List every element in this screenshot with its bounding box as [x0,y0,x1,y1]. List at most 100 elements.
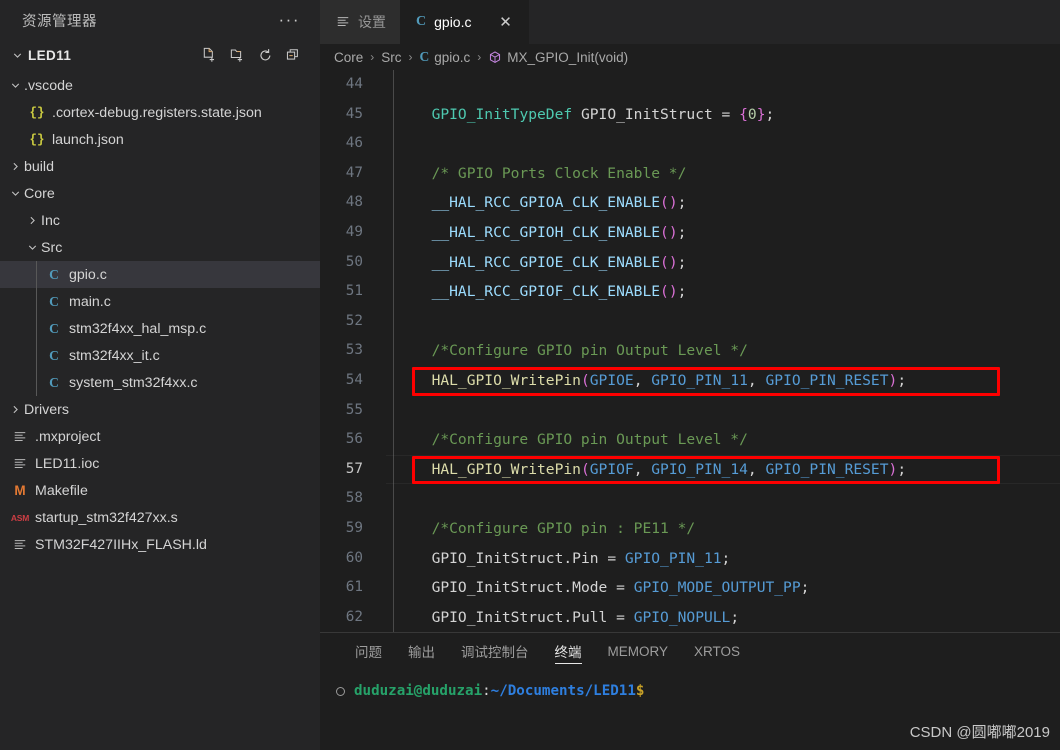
terminal-user-host: duduzai@duduzai [354,683,483,699]
chevron-right-icon[interactable] [6,403,24,416]
file-tree-item-label: LED11.ioc [35,455,100,472]
chevron-down-icon[interactable] [6,79,24,92]
indent-guide [393,70,394,632]
file-tree-item-label: startup_stm32f427xx.s [35,509,178,526]
code-line[interactable]: 50 __HAL_RCC_GPIOE_CLK_ENABLE(); [320,248,1060,278]
panel-tab-xrtos[interactable]: XRTOS [681,633,753,669]
file-tree-item-system-stm32f4xx-c[interactable]: Csystem_stm32f4xx.c [0,369,320,396]
line-number: 44 [345,76,363,92]
code-line[interactable]: 44 [320,70,1060,100]
panel-tab-label: 调试控制台 [461,645,529,660]
code-line[interactable]: 62 GPIO_InitStruct.Pull = GPIO_NOPULL; [320,603,1060,632]
file-tree-item-cortex-debug-registers-state-json[interactable]: {} .cortex-debug.registers.state.json [0,99,320,126]
line-number: 52 [345,312,363,329]
file-tree-item-stm32f427iihx-flash-ld[interactable]: STM32F427IIHx_FLASH.ld [0,531,320,558]
breadcrumb-item-gpio-c[interactable]: Cgpio.c [420,49,471,65]
c-file-icon: C [419,49,430,64]
symbol-method-icon [488,50,502,65]
explorer-more-actions-button[interactable]: ··· [273,11,306,29]
code-line[interactable]: 49 __HAL_RCC_GPIOH_CLK_ENABLE(); [320,218,1060,248]
code-line[interactable]: 58 [320,484,1060,514]
file-tree-item-build[interactable]: build [0,153,320,180]
file-tree-item-vscode[interactable]: .vscode [0,72,320,99]
panel-tab-memory[interactable]: MEMORY [595,633,682,669]
code-line-text: GPIO_InitStruct.Pin = GPIO_PIN_11; [431,549,731,567]
code-line[interactable]: 59 /*Configure GPIO pin : PE11 */ [320,514,1060,544]
file-tree-item-launch-json[interactable]: {} launch.json [0,126,320,153]
panel-tab-调试控制台[interactable]: 调试控制台 [448,633,542,669]
breadcrumb-separator-icon: › [477,50,482,64]
file-tree-item-label: Src [41,239,63,256]
c-file-icon: C [49,266,59,282]
panel-tab-问题[interactable]: 问题 [342,633,395,669]
file-tree-item-label: .vscode [24,77,73,94]
file-tree-item-label: .cortex-debug.registers.state.json [52,104,262,121]
code-line[interactable]: 47 /* GPIO Ports Clock Enable */ [320,159,1060,189]
code-line-text: /*Configure GPIO pin : PE11 */ [414,519,696,537]
code-line[interactable]: 52 [320,307,1060,337]
code-line[interactable]: 48 __HAL_RCC_GPIOA_CLK_ENABLE(); [320,188,1060,218]
file-tree-item-gpio-c[interactable]: Cgpio.c [0,261,320,288]
editor-tab-gpio-c[interactable]: Cgpio.c ✕ [400,0,530,44]
file-tree-item-label: Inc [41,212,60,229]
code-line[interactable]: 45 GPIO_InitTypeDef GPIO_InitStruct = {0… [320,100,1060,130]
breadcrumb-item-core[interactable]: Core [334,50,363,65]
breadcrumb-item-label: gpio.c [434,49,471,65]
code-line-text: /*Configure GPIO pin Output Level */ [414,431,748,449]
panel-tab-label: 输出 [408,645,435,660]
code-line[interactable]: 53 /*Configure GPIO pin Output Level */ [320,336,1060,366]
file-tree-item-inc[interactable]: Inc [0,207,320,234]
code-line-text: __HAL_RCC_GPIOH_CLK_ENABLE(); [431,223,687,241]
line-number: 46 [345,135,363,152]
new-folder-icon[interactable] [229,47,246,64]
breadcrumb-item-mx-gpio-init-void[interactable]: MX_GPIO_Init(void) [488,50,628,65]
file-tree-item-startup-stm32f427xx-s[interactable]: ASM startup_stm32f427xx.s [0,504,320,531]
file-tree-item-mxproject[interactable]: .mxproject [0,423,320,450]
chevron-down-icon[interactable] [8,49,26,62]
editor-tab-label: 设置 [358,14,386,30]
panel-tab-终端[interactable]: 终端 [542,633,595,669]
file-tree-item-label: system_stm32f4xx.c [69,374,198,391]
editor-tab-label: gpio.c [434,14,472,30]
workspace-root-row[interactable]: LED11 [0,40,320,70]
collapse-all-icon[interactable] [285,47,302,64]
file-tree-item-label: build [24,158,54,175]
code-line[interactable]: 46 [320,129,1060,159]
file-tree-item-main-c[interactable]: Cmain.c [0,288,320,315]
file-tree-item-core[interactable]: Core [0,180,320,207]
file-tree-item-label: stm32f4xx_hal_msp.c [69,320,207,337]
code-line[interactable]: 57 HAL_GPIO_WritePin(GPIOF, GPIO_PIN_14,… [320,454,1060,485]
new-file-icon[interactable] [201,47,218,64]
code-line[interactable]: 56 /*Configure GPIO pin Output Level */ [320,425,1060,455]
editor-tab-bar: 设置 Cgpio.c ✕ [320,0,1060,44]
vscode-window: 资源管理器 ··· LED11 .vscode {} .cortex-debug… [0,0,1060,750]
file-tree-item-makefile[interactable]: M Makefile [0,477,320,504]
file-tree-item-stm32f4xx-it-c[interactable]: Cstm32f4xx_it.c [0,342,320,369]
file-tree-item-label: STM32F427IIHx_FLASH.ld [35,536,207,553]
line-number: 53 [345,342,363,359]
chevron-down-icon[interactable] [6,187,24,200]
chevron-right-icon[interactable] [23,214,41,227]
breadcrumb-item-src[interactable]: Src [381,50,401,65]
code-line-text: __HAL_RCC_GPIOF_CLK_ENABLE(); [431,283,687,301]
code-line[interactable]: 51 __HAL_RCC_GPIOF_CLK_ENABLE(); [320,277,1060,307]
refresh-icon[interactable] [257,47,274,64]
code-line[interactable]: 60 GPIO_InitStruct.Pin = GPIO_PIN_11; [320,544,1060,574]
terminal-status-dot-icon [336,686,345,696]
file-tree-item-stm32f4xx-hal-msp-c[interactable]: Cstm32f4xx_hal_msp.c [0,315,320,342]
chevron-right-icon[interactable] [6,160,24,173]
code-line[interactable]: 54 HAL_GPIO_WritePin(GPIOE, GPIO_PIN_11,… [320,366,1060,396]
code-editor[interactable]: 44 45 GPIO_InitTypeDef GPIO_InitStruct = … [320,70,1060,632]
editor-tab-[interactable]: 设置 [320,0,400,44]
line-number: 51 [345,283,363,300]
file-tree-item-src[interactable]: Src [0,234,320,261]
code-line[interactable]: 61 GPIO_InitStruct.Mode = GPIO_MODE_OUTP… [320,573,1060,603]
file-tree-item-drivers[interactable]: Drivers [0,396,320,423]
chevron-down-icon[interactable] [23,241,41,254]
close-icon[interactable]: ✕ [495,12,515,32]
panel-tab-输出[interactable]: 输出 [395,633,448,669]
file-tree-item-led11-ioc[interactable]: LED11.ioc [0,450,320,477]
breadcrumb-separator-icon: › [370,50,375,64]
file-tree: .vscode {} .cortex-debug.registers.state.j… [0,70,320,750]
code-line[interactable]: 55 [320,396,1060,426]
